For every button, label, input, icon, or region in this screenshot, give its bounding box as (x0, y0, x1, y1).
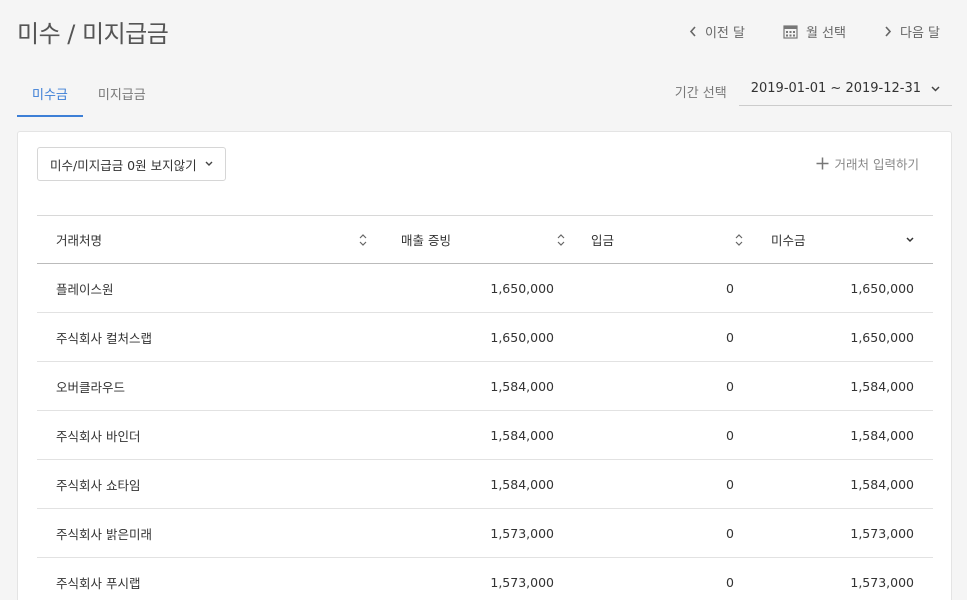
table-row[interactable]: 주식회사 푸시랩 1,573,000 0 1,573,000 (37, 558, 933, 600)
table-header: 거래처명 매출 증빙 입금 미수금 (37, 215, 933, 264)
calendar-icon (783, 25, 798, 39)
page-title: 미수 / 미지급금 (17, 20, 169, 48)
prev-month-label: 이전 달 (704, 26, 745, 41)
deposit-amount: 0 (726, 427, 734, 443)
column-label: 입금 (591, 233, 615, 248)
sort-icon (557, 233, 565, 246)
chevron-right-icon (885, 26, 892, 37)
filter-label: 미수/미지급금 0원 보지않기 (50, 157, 197, 173)
table-row[interactable]: 주식회사 쇼타임 1,584,000 0 1,584,000 (37, 460, 933, 509)
table-row[interactable]: 플레이스원 1,650,000 0 1,650,000 (37, 264, 933, 313)
table-row[interactable]: 주식회사 컬처스랩 1,650,000 0 1,650,000 (37, 313, 933, 362)
tab-receivables[interactable]: 미수금 (17, 74, 83, 117)
add-partner-label: 거래처 입력하기 (834, 157, 919, 172)
column-label: 거래처명 (56, 233, 103, 248)
partner-name[interactable]: 플레이스원 (37, 264, 377, 312)
sales-proof-amount: 1,584,000 (490, 476, 554, 492)
partner-name[interactable]: 주식회사 밝은미래 (37, 509, 377, 557)
receivables-card: 미수/미지급금 0원 보지않기 거래처 입력하기 거래처명 매출 증빙 입금 미… (17, 131, 952, 600)
sort-icon (359, 233, 367, 246)
column-header-deposit[interactable]: 입금 (573, 216, 753, 263)
chevron-down-icon (205, 161, 213, 166)
column-header-partner[interactable]: 거래처명 (37, 216, 377, 263)
period-value: 2019-01-01 ~ 2019-12-31 (750, 81, 921, 96)
column-label: 미수금 (771, 233, 806, 248)
tab-bar: 미수금 미지급금 (17, 74, 161, 117)
column-header-receivable[interactable]: 미수금 (753, 216, 933, 263)
deposit-amount: 0 (726, 329, 734, 345)
partner-name[interactable]: 주식회사 쇼타임 (37, 460, 377, 508)
sales-proof-amount: 1,573,000 (490, 574, 554, 590)
zero-balance-filter-dropdown[interactable]: 미수/미지급금 0원 보지않기 (37, 147, 226, 181)
partner-name[interactable]: 주식회사 바인더 (37, 411, 377, 459)
table-row[interactable]: 오버클라우드 1,584,000 0 1,584,000 (37, 362, 933, 411)
deposit-amount: 0 (726, 476, 734, 492)
receivable-amount: 1,650,000 (850, 280, 914, 296)
sort-desc-icon (906, 236, 914, 242)
partner-name[interactable]: 오버클라우드 (37, 362, 377, 410)
partner-name[interactable]: 주식회사 컬처스랩 (37, 313, 377, 361)
table-row[interactable]: 주식회사 밝은미래 1,573,000 0 1,573,000 (37, 509, 933, 558)
next-month-button[interactable]: 다음 달 (884, 22, 940, 41)
receivable-amount: 1,573,000 (850, 574, 914, 590)
sales-proof-amount: 1,650,000 (490, 280, 554, 296)
receivable-amount: 1,584,000 (850, 427, 914, 443)
deposit-amount: 0 (726, 525, 734, 541)
chevron-left-icon (689, 26, 696, 37)
period-selector: 기간 선택 2019-01-01 ~ 2019-12-31 (675, 76, 952, 106)
prev-month-button[interactable]: 이전 달 (689, 22, 745, 41)
sort-icon (735, 233, 743, 246)
plus-icon (816, 157, 829, 170)
chevron-down-icon (931, 85, 940, 92)
add-partner-button[interactable]: 거래처 입력하기 (816, 154, 919, 173)
sales-proof-amount: 1,584,000 (490, 427, 554, 443)
receivables-table: 거래처명 매출 증빙 입금 미수금 플레이스원 1,650,000 0 1,65… (37, 215, 933, 600)
receivable-amount: 1,584,000 (850, 378, 914, 394)
receivable-amount: 1,573,000 (850, 525, 914, 541)
sales-proof-amount: 1,584,000 (490, 378, 554, 394)
sales-proof-amount: 1,650,000 (490, 329, 554, 345)
period-dropdown[interactable]: 2019-01-01 ~ 2019-12-31 (738, 76, 952, 106)
month-navigation: 이전 달 월 선택 다음 달 (689, 22, 940, 41)
column-label: 매출 증빙 (401, 233, 451, 248)
sales-proof-amount: 1,573,000 (490, 525, 554, 541)
month-select-button[interactable]: 월 선택 (783, 22, 846, 41)
tab-payables[interactable]: 미지급금 (83, 74, 161, 117)
period-label: 기간 선택 (674, 85, 727, 101)
receivable-amount: 1,584,000 (850, 476, 914, 492)
table-row[interactable]: 주식회사 바인더 1,584,000 0 1,584,000 (37, 411, 933, 460)
deposit-amount: 0 (726, 280, 734, 296)
receivable-amount: 1,650,000 (850, 329, 914, 345)
month-select-label: 월 선택 (805, 26, 846, 41)
deposit-amount: 0 (726, 378, 734, 394)
next-month-label: 다음 달 (899, 26, 940, 41)
column-header-sales-proof[interactable]: 매출 증빙 (377, 216, 573, 263)
partner-name[interactable]: 주식회사 푸시랩 (37, 558, 377, 600)
deposit-amount: 0 (726, 574, 734, 590)
